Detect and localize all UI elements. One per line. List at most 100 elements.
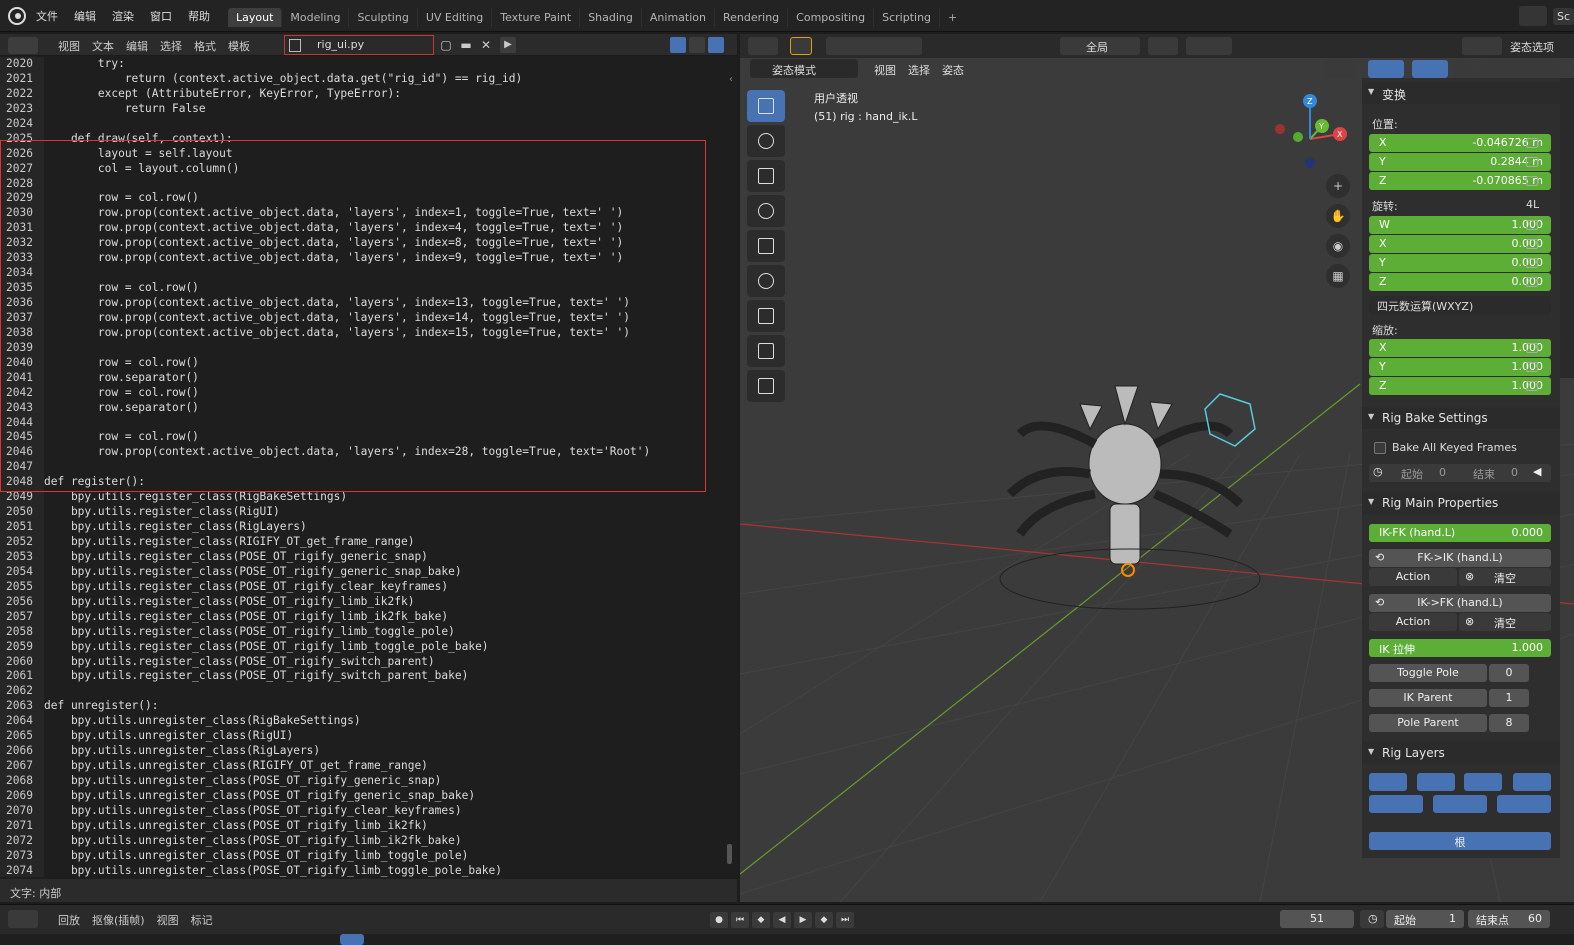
rig-layer-15-toggle[interactable] <box>1497 795 1551 813</box>
bone-envelope-tool[interactable] <box>747 370 785 402</box>
code-line[interactable]: 2071 bpy.utils.unregister_class(POSE_OT_… <box>0 818 730 834</box>
selection-mode-icons[interactable] <box>826 37 922 55</box>
rotation-x-field[interactable]: X 0.000 <box>1369 235 1551 253</box>
location-y-field[interactable]: Y 0.2844 m <box>1369 153 1551 171</box>
code-line[interactable]: 2021 return (context.active_object.data.… <box>0 71 730 87</box>
rig-layer-4-toggle[interactable] <box>1417 773 1455 791</box>
end-frame-value[interactable]: 0 <box>1511 466 1518 479</box>
clock-icon[interactable]: ◷ <box>1360 910 1384 928</box>
location-z-field[interactable]: Z -0.070865 m <box>1369 172 1551 190</box>
tab-scripting[interactable]: Scripting <box>874 8 941 27</box>
jump-end-icon[interactable]: ⏭ <box>836 912 854 928</box>
ik-stretch-slider[interactable]: IK 拉伸 1.000 <box>1369 639 1551 657</box>
code-line[interactable]: 2074 bpy.utils.unregister_class(POSE_OT_… <box>0 863 730 877</box>
scale-x-field[interactable]: X 1.000 <box>1369 339 1551 357</box>
location-x-field[interactable]: X -0.046726 m <box>1369 134 1551 152</box>
play-icon[interactable]: ▶ <box>794 912 812 928</box>
scene-name[interactable]: Sc <box>1552 7 1574 25</box>
end-frame-field[interactable]: 结束点 60 <box>1468 910 1550 928</box>
rig-layer-14-toggle[interactable] <box>1433 795 1487 813</box>
collapse-arrow-icon[interactable]: ‹ <box>729 74 733 85</box>
lock-icon[interactable] <box>1526 381 1538 391</box>
scale-y-field[interactable]: Y 1.000 <box>1369 358 1551 376</box>
menu-view[interactable]: 视图 <box>52 38 86 54</box>
select-tool-icon[interactable] <box>790 37 812 55</box>
close-icon[interactable]: ✕ <box>478 37 494 53</box>
timeline-editor-type-icon[interactable] <box>8 910 38 928</box>
rig-layer-8-toggle[interactable] <box>1464 773 1502 791</box>
pan-hand-icon[interactable]: ✋ <box>1326 204 1350 228</box>
menu-file[interactable]: 文件 <box>28 8 66 24</box>
code-line[interactable]: 2057 bpy.utils.register_class(POSE_OT_ri… <box>0 609 730 625</box>
scale-z-field[interactable]: Z 1.000 <box>1369 377 1551 395</box>
ikfk-slider[interactable]: IK-FK (hand.L) 0.000 <box>1369 524 1551 542</box>
jump-start-icon[interactable]: ⏮ <box>731 912 749 928</box>
menu-render[interactable]: 渲染 <box>104 8 142 24</box>
text-file-selector[interactable]: rig_ui.py <box>284 35 434 55</box>
rotation-y-field[interactable]: Y 0.000 <box>1369 254 1551 272</box>
transform-orientation-select[interactable]: 全局 <box>1060 37 1140 55</box>
new-text-icon[interactable]: ▢ <box>438 37 454 53</box>
menu-text[interactable]: 文本 <box>86 38 120 54</box>
tl-menu-playback[interactable]: 回放 <box>52 912 86 928</box>
word-wrap-toggle-icon[interactable] <box>689 37 705 53</box>
menu-help[interactable]: 帮助 <box>180 8 218 24</box>
scale-tool[interactable] <box>747 230 785 262</box>
code-line[interactable]: 2061 bpy.utils.register_class(POSE_OT_ri… <box>0 669 730 685</box>
menu-templates[interactable]: 模板 <box>222 38 256 54</box>
editor-scrollbar[interactable] <box>727 844 732 864</box>
pole-parent-value[interactable]: 8 <box>1489 714 1529 732</box>
code-line[interactable]: 2058 bpy.utils.register_class(POSE_OT_ri… <box>0 624 730 640</box>
run-script-button[interactable]: ▶ <box>500 37 516 53</box>
pivot-icon[interactable] <box>1148 37 1178 55</box>
tl-menu-marker[interactable]: 标记 <box>185 912 219 928</box>
code-line[interactable]: 2063 def unregister(): <box>0 699 730 715</box>
code-line[interactable]: 2024 <box>0 116 730 132</box>
code-line[interactable]: 2049 bpy.utils.register_class(RigBakeSet… <box>0 490 730 506</box>
root-layer-button[interactable]: 根 <box>1369 832 1551 850</box>
record-icon[interactable]: ● <box>710 912 728 928</box>
back-arrow-icon[interactable]: ◀ <box>1533 465 1541 478</box>
rig-layer-13-toggle[interactable] <box>1369 795 1423 813</box>
clock-icon[interactable]: ◷ <box>1373 465 1383 478</box>
overlay-toggle-icon[interactable] <box>1412 60 1448 78</box>
playhead[interactable] <box>340 934 364 945</box>
rig-layer-9-toggle[interactable] <box>1513 773 1551 791</box>
rotation-z-field[interactable]: Z 0.000 <box>1369 273 1551 291</box>
tab-sculpting[interactable]: Sculpting <box>349 8 418 27</box>
toggle-pole-button[interactable]: Toggle Pole <box>1369 664 1487 682</box>
sidebar-tabs[interactable] <box>1560 78 1574 378</box>
lock-icon[interactable] <box>1526 239 1538 249</box>
menu-window[interactable]: 窗口 <box>142 8 180 24</box>
perspective-grid-icon[interactable]: ▦ <box>1326 264 1350 288</box>
mode-selector[interactable]: 姿态模式 <box>750 59 858 78</box>
code-line[interactable]: 2065 bpy.utils.unregister_class(RigUI) <box>0 729 730 745</box>
pole-parent-button[interactable]: Pole Parent <box>1369 714 1487 732</box>
zoom-icon[interactable]: + <box>1326 174 1350 198</box>
play-reverse-icon[interactable]: ◀ <box>773 912 791 928</box>
add-workspace-button[interactable]: + <box>940 8 965 27</box>
editor-type-icon[interactable] <box>8 37 38 54</box>
code-line[interactable]: 2056 bpy.utils.register_class(POSE_OT_ri… <box>0 594 730 610</box>
scene-selector-icon[interactable] <box>1518 6 1547 26</box>
lock-icon[interactable] <box>1526 220 1538 230</box>
lock-icon[interactable] <box>1526 362 1538 372</box>
bake-all-checkbox[interactable] <box>1374 442 1386 454</box>
select-box-tool[interactable] <box>747 90 785 122</box>
code-line[interactable]: 2052 bpy.utils.register_class(RIGIFY_OT_… <box>0 535 730 550</box>
open-folder-icon[interactable]: ▬ <box>458 37 474 53</box>
annotate-tool[interactable] <box>747 300 785 332</box>
code-line[interactable]: 2070 bpy.utils.unregister_class(POSE_OT_… <box>0 803 730 819</box>
navigation-gizmo[interactable]: X Y Z <box>1270 89 1350 169</box>
code-line[interactable]: 2067 bpy.utils.unregister_class(RIGIFY_O… <box>0 759 730 775</box>
tab-animation[interactable]: Animation <box>642 8 715 27</box>
current-frame-field[interactable]: 51 <box>1280 910 1354 928</box>
gizmo-toggle-icon[interactable] <box>1368 60 1404 78</box>
tl-menu-view[interactable]: 视图 <box>151 912 185 928</box>
fk-to-ik-button[interactable]: ⟲ FK->IK (hand.L) <box>1369 549 1551 567</box>
menu-edit[interactable]: 编辑 <box>66 8 104 24</box>
code-line[interactable]: 2054 bpy.utils.register_class(POSE_OT_ri… <box>0 564 730 580</box>
lock-icon[interactable] <box>1526 343 1538 353</box>
code-line[interactable]: 2069 bpy.utils.unregister_class(POSE_OT_… <box>0 788 730 804</box>
rig-layers-header[interactable]: Rig Layers <box>1362 742 1560 764</box>
